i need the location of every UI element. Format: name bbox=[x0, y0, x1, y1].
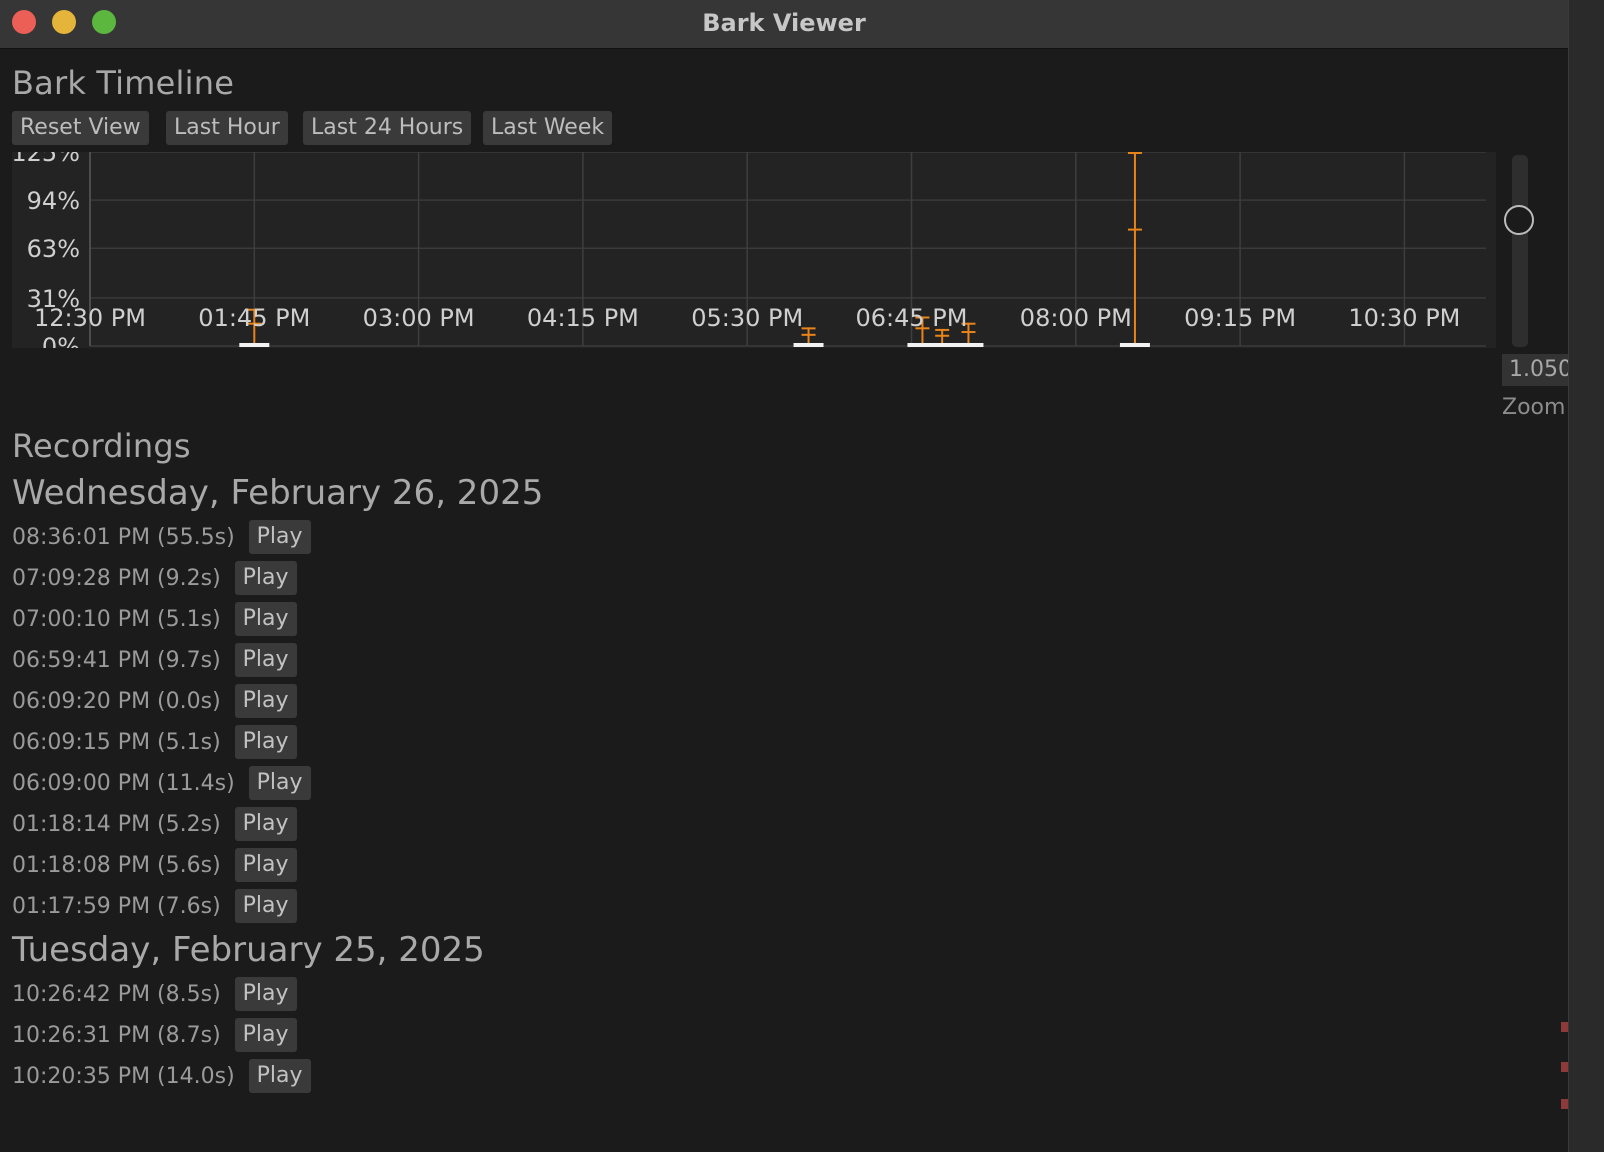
zoom-slider-handle[interactable] bbox=[1504, 205, 1534, 235]
recording-row: 01:18:14 PM (5.2s) Play bbox=[12, 805, 297, 843]
date-heading: Wednesday, February 26, 2025 bbox=[12, 473, 544, 513]
bark-timeline-chart[interactable]: 12:30 PM 01:45 PM 03:00 PM 04:15 PM 05:30 PM… bbox=[0, 152, 1496, 348]
reset-view-button[interactable]: Reset View bbox=[12, 111, 149, 145]
y-tick-label: 0% bbox=[42, 333, 80, 348]
recording-row: 06:09:00 PM (11.4s) Play bbox=[12, 764, 311, 802]
scroll-marker bbox=[1561, 1099, 1568, 1109]
bar bbox=[1119, 343, 1150, 347]
scroll-marker bbox=[1561, 1062, 1568, 1072]
bar bbox=[953, 343, 984, 347]
play-button[interactable]: Play bbox=[234, 684, 297, 718]
last-hour-button[interactable]: Last Hour bbox=[166, 111, 288, 145]
recording-row: 07:09:28 PM (9.2s) Play bbox=[12, 559, 297, 597]
bar bbox=[927, 343, 958, 347]
y-tick-label: 125% bbox=[11, 152, 80, 167]
recording-label: 06:59:41 PM (9.7s) bbox=[12, 647, 221, 673]
recording-label: 06:09:00 PM (11.4s) bbox=[12, 770, 235, 796]
recording-label: 07:00:10 PM (5.1s) bbox=[12, 606, 221, 632]
play-button[interactable]: Play bbox=[248, 766, 311, 800]
recordings-heading: Recordings bbox=[12, 427, 191, 465]
timeline-heading: Bark Timeline bbox=[12, 64, 235, 102]
y-tick-label: 63% bbox=[27, 235, 80, 263]
zoom-label: Zoom bbox=[1502, 395, 1566, 420]
recording-row: 01:18:08 PM (5.6s) Play bbox=[12, 846, 297, 884]
recording-label: 01:17:59 PM (7.6s) bbox=[12, 893, 221, 919]
last-24-hours-button[interactable]: Last 24 Hours bbox=[303, 111, 472, 145]
recording-row: 10:26:31 PM (8.7s) Play bbox=[12, 1016, 297, 1054]
play-button[interactable]: Play bbox=[234, 602, 297, 636]
recording-label: 06:09:20 PM (0.0s) bbox=[12, 688, 221, 714]
last-week-button[interactable]: Last Week bbox=[483, 111, 613, 145]
play-button[interactable]: Play bbox=[234, 977, 297, 1011]
recording-row: 07:00:10 PM (5.1s) Play bbox=[12, 600, 297, 638]
recording-row: 10:20:35 PM (14.0s) Play bbox=[12, 1057, 311, 1095]
title-bar: Bark Viewer bbox=[0, 0, 1568, 49]
x-tick-label: 03:00 PM bbox=[363, 304, 475, 332]
recording-label: 01:18:08 PM (5.6s) bbox=[12, 852, 221, 878]
window-title: Bark Viewer bbox=[702, 9, 866, 37]
bar bbox=[793, 343, 824, 347]
recording-label: 06:09:15 PM (5.1s) bbox=[12, 729, 221, 755]
play-button[interactable]: Play bbox=[248, 520, 311, 554]
play-button[interactable]: Play bbox=[234, 848, 297, 882]
play-button[interactable]: Play bbox=[248, 1059, 311, 1093]
recording-row: 06:09:15 PM (5.1s) Play bbox=[12, 723, 297, 761]
recording-row: 08:36:01 PM (55.5s) Play bbox=[12, 518, 311, 556]
recording-label: 10:20:35 PM (14.0s) bbox=[12, 1063, 235, 1089]
x-tick-label: 08:00 PM bbox=[1020, 304, 1132, 332]
recording-label: 07:09:28 PM (9.2s) bbox=[12, 565, 221, 591]
play-button[interactable]: Play bbox=[234, 1018, 297, 1052]
recording-label: 01:18:14 PM (5.2s) bbox=[12, 811, 221, 837]
recording-row: 10:26:42 PM (8.5s) Play bbox=[12, 975, 297, 1013]
recording-label: 10:26:31 PM (8.7s) bbox=[12, 1022, 221, 1048]
zoom-value-field[interactable]: 1.050 bbox=[1502, 354, 1568, 386]
recording-row: 01:17:59 PM (7.6s) Play bbox=[12, 887, 297, 925]
recording-label: 08:36:01 PM (55.5s) bbox=[12, 524, 235, 550]
scroll-marker bbox=[1561, 1022, 1568, 1032]
x-tick-label: 04:15 PM bbox=[527, 304, 639, 332]
play-button[interactable]: Play bbox=[234, 643, 297, 677]
zoom-slider-track[interactable] bbox=[1512, 155, 1528, 347]
play-button[interactable]: Play bbox=[234, 889, 297, 923]
x-tick-label: 01:45 PM bbox=[198, 304, 310, 332]
date-heading: Tuesday, February 25, 2025 bbox=[12, 930, 485, 970]
play-button[interactable]: Play bbox=[234, 725, 297, 759]
x-tick-label: 10:30 PM bbox=[1348, 304, 1460, 332]
x-tick-label: 09:15 PM bbox=[1184, 304, 1296, 332]
x-tick-label: 06:45 PM bbox=[856, 304, 968, 332]
recording-row: 06:59:41 PM (9.7s) Play bbox=[12, 641, 297, 679]
play-button[interactable]: Play bbox=[234, 561, 297, 595]
bar bbox=[239, 343, 270, 347]
x-tick-label: 05:30 PM bbox=[691, 304, 803, 332]
play-button[interactable]: Play bbox=[234, 807, 297, 841]
y-tick-label: 31% bbox=[27, 285, 80, 313]
app-window: Bark Viewer Bark Timeline Reset View Las… bbox=[0, 0, 1569, 1152]
recording-label: 10:26:42 PM (8.5s) bbox=[12, 981, 221, 1007]
recording-row: 06:09:20 PM (0.0s) Play bbox=[12, 682, 297, 720]
y-tick-label: 94% bbox=[27, 187, 80, 215]
